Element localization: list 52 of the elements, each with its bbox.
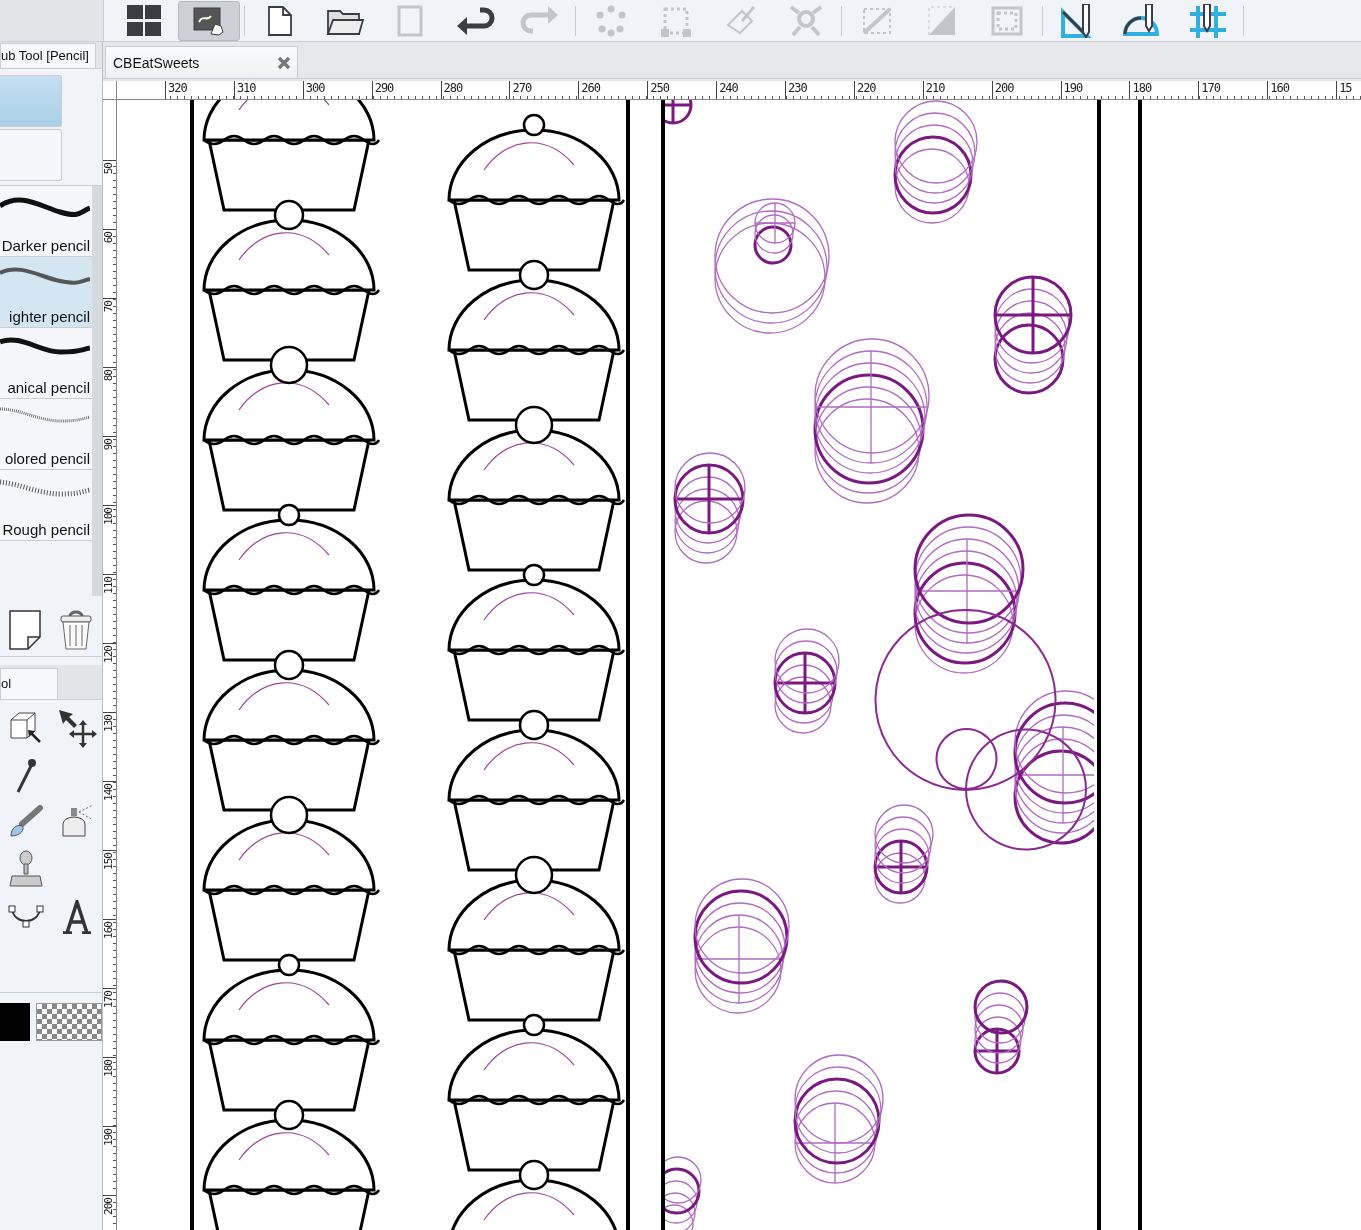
ruler-number: 170 <box>1198 81 1268 99</box>
ruler-number: 180 <box>1129 81 1199 99</box>
document-title: CBEatSweets <box>113 54 200 71</box>
grid-ruler-pen-icon <box>1188 3 1228 38</box>
ruler-number: 15 <box>1336 81 1361 99</box>
ruler-number: 270 <box>509 81 579 99</box>
main-color-swatch[interactable] <box>0 1003 30 1041</box>
ruler-number: 210 <box>922 81 992 99</box>
transparent-color-swatch[interactable] <box>36 1003 102 1041</box>
toolbar-button[interactable] <box>178 0 240 41</box>
dots-icon <box>594 4 628 37</box>
brush-item[interactable]: Rough pencil <box>0 470 92 541</box>
brush-item[interactable]: ighter pencil <box>0 257 92 328</box>
ruler-number: 300 <box>302 81 372 99</box>
stamp-icon[interactable] <box>7 850 44 890</box>
ruler-number: 200 <box>991 81 1061 99</box>
brush-item[interactable]: anical pencil <box>0 328 92 399</box>
save-icon <box>396 4 424 37</box>
ruler-number: 240 <box>716 81 785 99</box>
ruler-number: 260 <box>578 81 648 99</box>
trash-icon[interactable] <box>59 610 93 650</box>
ruler-number: 250 <box>647 81 717 99</box>
panel-tab[interactable]: ol <box>0 668 58 699</box>
brush-name: Rough pencil <box>2 521 90 538</box>
new-page-icon[interactable] <box>9 610 41 650</box>
bezier-curve-icon[interactable] <box>7 904 44 930</box>
brush-icon[interactable] <box>7 804 44 840</box>
brush-name: ighter pencil <box>9 308 90 325</box>
close-icon[interactable] <box>277 55 291 70</box>
panel-tab[interactable]: ub Tool [Pencil] <box>0 43 96 68</box>
ruler-number: 190 <box>1060 81 1130 99</box>
move-arrows-icon[interactable] <box>56 708 97 748</box>
ruler-number: 220 <box>853 81 923 99</box>
text-tool-icon[interactable] <box>60 900 93 934</box>
brush-name: anical pencil <box>7 379 90 396</box>
ruler-number: 320 <box>165 81 234 99</box>
new-page-icon <box>266 4 294 37</box>
ruler-number: 230 <box>785 81 854 99</box>
transform-icon <box>789 4 823 37</box>
brush-item[interactable]: olored pencil <box>0 399 92 470</box>
brush-item[interactable]: Darker pencil <box>0 186 92 257</box>
dashed-square-icon <box>990 4 1024 37</box>
ruler-number: 310 <box>233 81 303 99</box>
ruler-number: 160 <box>1267 81 1337 99</box>
brush-name: olored pencil <box>4 450 90 467</box>
ruler-number: 280 <box>440 81 510 99</box>
grid-icon <box>125 4 163 37</box>
document-tab[interactable]: CBEatSweets <box>105 46 298 78</box>
ruler-number: 290 <box>371 81 441 99</box>
scrollbar[interactable] <box>92 186 102 596</box>
brush-bucket-icon <box>724 4 758 37</box>
brush-name: Darker pencil <box>1 237 90 254</box>
